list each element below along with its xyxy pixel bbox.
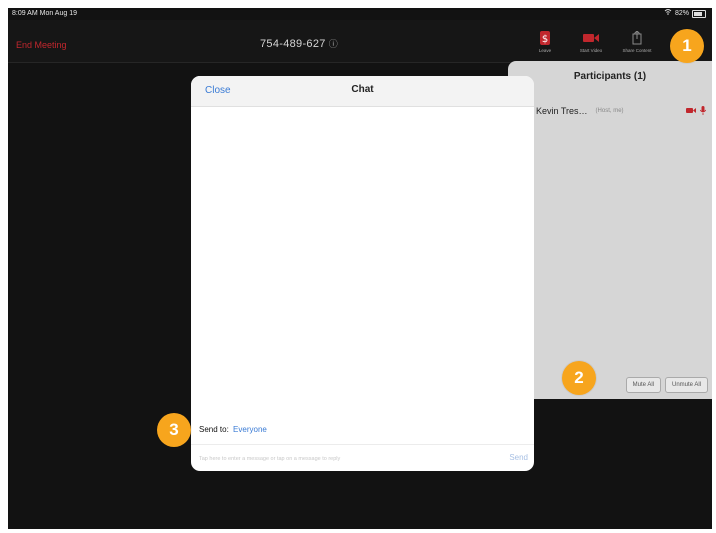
status-right: 82% bbox=[664, 8, 706, 20]
end-meeting-button[interactable]: End Meeting bbox=[16, 40, 67, 50]
send-to-recipient-selector[interactable]: Everyone bbox=[233, 425, 267, 434]
chat-title: Chat bbox=[351, 84, 374, 95]
participants-panel: Participants (1) Kevin Tres… (Host, me) … bbox=[508, 61, 712, 399]
ipad-screen: 8:09 AM Mon Aug 19 82% End Meeting 754-4… bbox=[8, 8, 712, 529]
participant-role: (Host, me) bbox=[595, 108, 624, 114]
video-icon bbox=[583, 30, 599, 46]
send-to-row: Send to: Everyone bbox=[199, 425, 267, 434]
callout-badge-3: 3 bbox=[157, 413, 191, 447]
leave-button[interactable]: $ Leave bbox=[526, 22, 564, 60]
battery-icon bbox=[692, 10, 706, 18]
meeting-top-bar: End Meeting 754-489-627 ⓘ $ Leave Start V… bbox=[8, 20, 712, 63]
participants-actions: Mute All Unmute All bbox=[625, 377, 708, 393]
start-video-button[interactable]: Start Video bbox=[572, 22, 610, 60]
participant-name: Kevin Tres… bbox=[536, 106, 588, 116]
unmute-all-button[interactable]: Unmute All bbox=[664, 377, 708, 393]
send-to-label: Send to: bbox=[199, 425, 229, 434]
chat-input-row: Send bbox=[191, 444, 534, 471]
callout-badge-2: 2 bbox=[562, 361, 596, 395]
video-off-icon bbox=[686, 106, 696, 116]
callout-badge-1: 1 bbox=[670, 29, 704, 63]
chat-send-button[interactable]: Send bbox=[509, 453, 528, 462]
info-icon: ⓘ bbox=[328, 39, 338, 49]
share-content-label: Share Content bbox=[622, 47, 652, 53]
svg-text:$: $ bbox=[542, 34, 548, 45]
start-video-label: Start Video bbox=[579, 47, 603, 53]
chat-message-area[interactable] bbox=[191, 107, 534, 412]
chat-modal: Close Chat Send to: Everyone Send bbox=[191, 76, 534, 471]
wifi-icon bbox=[664, 8, 672, 20]
battery-percent: 82% bbox=[674, 10, 689, 17]
share-icon bbox=[629, 30, 645, 46]
participant-status-icons bbox=[686, 105, 707, 117]
mic-muted-icon bbox=[699, 105, 707, 117]
chat-message-input[interactable] bbox=[197, 452, 501, 466]
dollar-icon: $ bbox=[537, 30, 553, 46]
chat-header: Close Chat bbox=[191, 76, 534, 107]
share-content-button[interactable]: Share Content bbox=[618, 22, 656, 60]
leave-label: Leave bbox=[538, 47, 552, 53]
participants-title: Participants (1) bbox=[573, 71, 647, 82]
participant-row[interactable]: Kevin Tres… (Host, me) bbox=[536, 103, 707, 119]
status-time: 8:09 AM Mon Aug 19 bbox=[12, 10, 77, 17]
status-bar: 8:09 AM Mon Aug 19 82% bbox=[8, 8, 712, 20]
meeting-id-text: 754-489-627 bbox=[260, 38, 326, 50]
meeting-id[interactable]: 754-489-627 ⓘ bbox=[260, 37, 338, 50]
mute-all-button[interactable]: Mute All bbox=[625, 377, 661, 393]
